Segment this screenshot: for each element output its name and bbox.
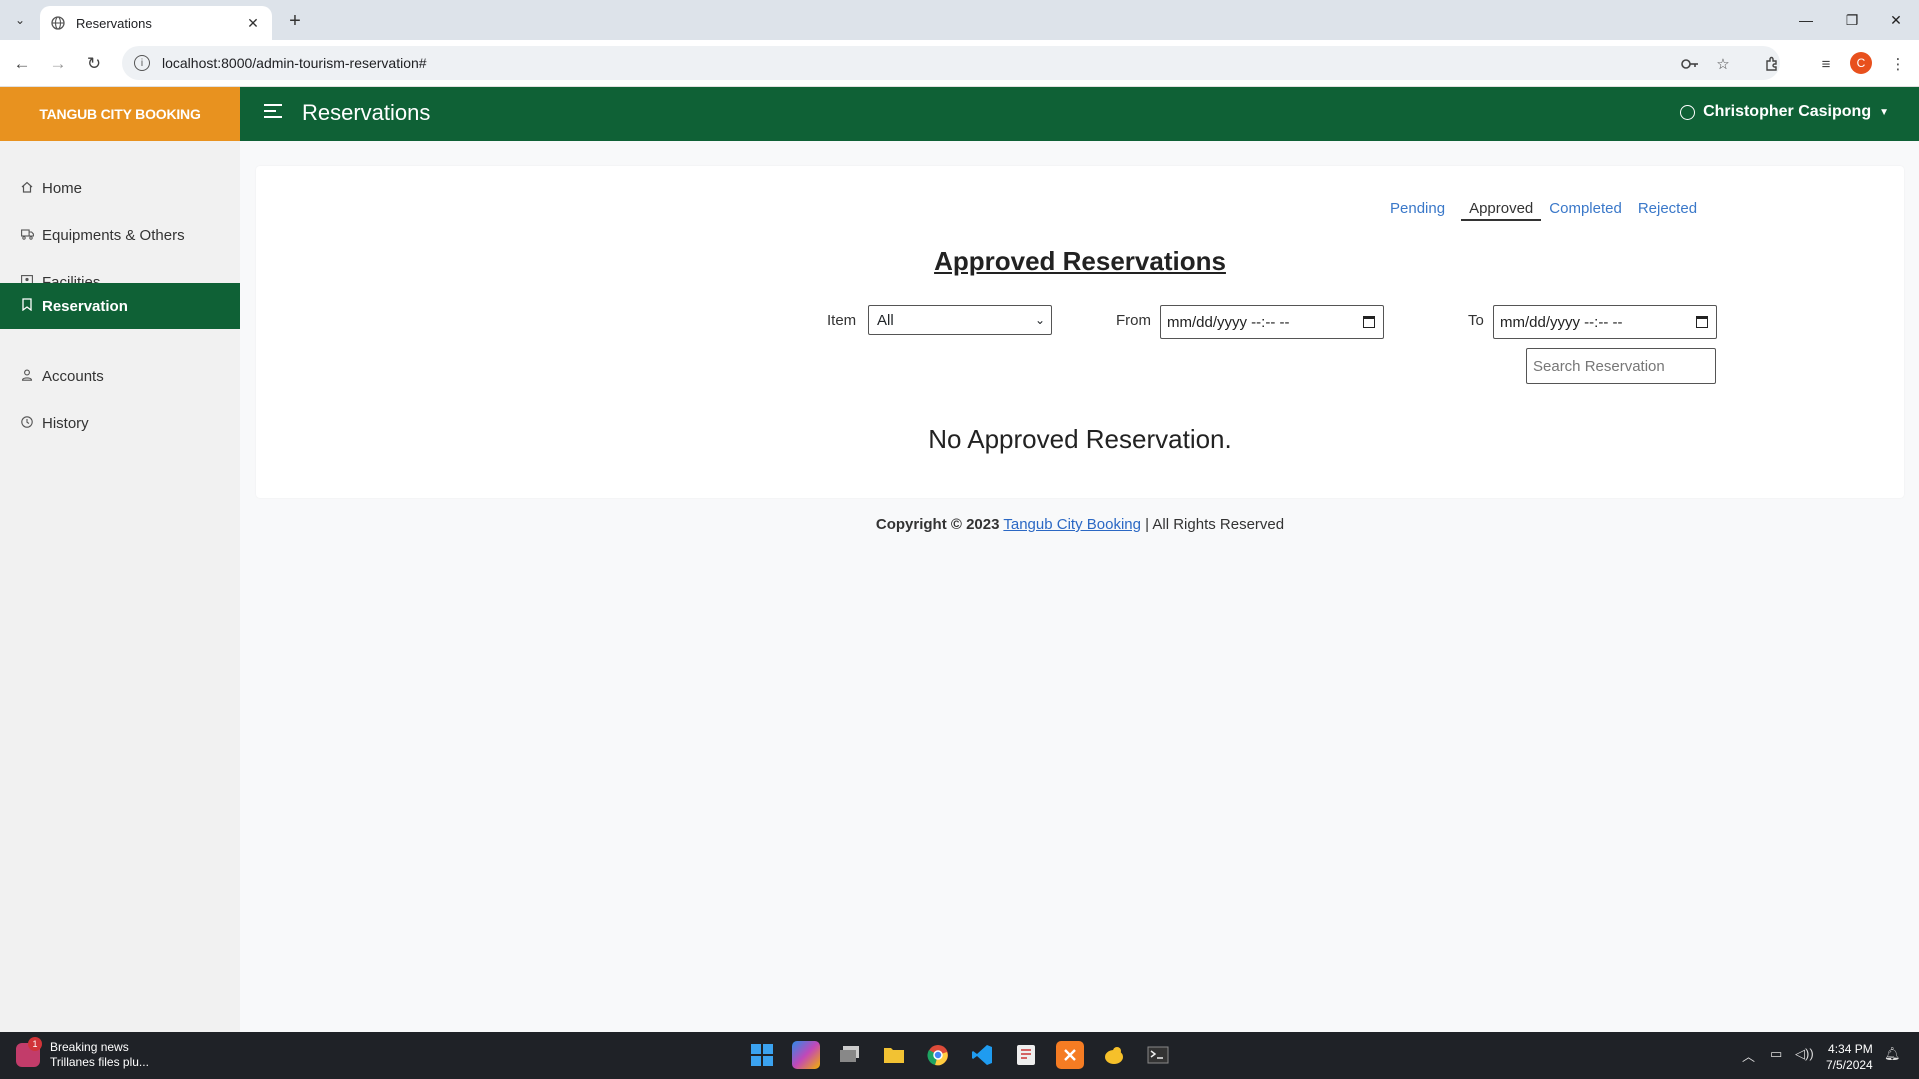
chrome-icon[interactable]: [924, 1041, 952, 1069]
browser-tabstrip: ⌄ Reservations ✕ + — ❐ ✕: [0, 0, 1919, 40]
tab-title: Reservations: [76, 15, 152, 31]
reservations-card: Pending Approved Completed Rejected Appr…: [256, 166, 1904, 498]
item-select-value: All: [877, 311, 894, 329]
news-subtitle: Trillanes files plu...: [50, 1055, 149, 1069]
tab-close-icon[interactable]: ✕: [244, 14, 262, 32]
sidebar-item-label: History: [42, 414, 89, 432]
task-view-icon[interactable]: [836, 1041, 864, 1069]
site-info-icon[interactable]: i: [134, 55, 150, 71]
minimize-icon[interactable]: —: [1783, 0, 1829, 40]
sidebar-item-label: Equipments & Others: [42, 226, 185, 244]
reload-icon[interactable]: ↻: [80, 50, 108, 78]
profile-avatar[interactable]: C: [1850, 52, 1872, 74]
brand-logo[interactable]: TANGUB CITY BOOKING: [0, 87, 240, 141]
rights-text: | All Rights Reserved: [1145, 516, 1285, 533]
vscode-icon[interactable]: [968, 1041, 996, 1069]
page-title: Reservations: [302, 100, 431, 125]
sidebar-item-equipments[interactable]: Equipments & Others: [0, 212, 240, 258]
home-icon: [20, 181, 34, 196]
truck-icon: [20, 228, 34, 243]
section-heading: Approved Reservations: [934, 246, 1226, 276]
windows-start-icon[interactable]: [748, 1041, 776, 1069]
window-close-icon[interactable]: ✕: [1873, 0, 1919, 40]
calendar-icon[interactable]: [1363, 316, 1375, 328]
to-datetime-input[interactable]: mm/dd/yyyy --:-- --: [1493, 305, 1717, 339]
from-datetime-value: mm/dd/yyyy --:-- --: [1167, 313, 1290, 331]
xampp-icon[interactable]: [1056, 1041, 1084, 1069]
extensions-icon[interactable]: [1758, 50, 1786, 78]
sidebar-item-label: Reservation: [42, 297, 128, 315]
chevron-down-icon: ⌄: [1034, 313, 1045, 327]
bookmark-icon: [20, 298, 34, 314]
copyright-text: Copyright © 2023: [875, 516, 1000, 533]
browser-toolbar: ← → ↻ i localhost:8000/admin-tourism-res…: [0, 40, 1919, 87]
app-duck-icon[interactable]: [1100, 1041, 1128, 1069]
status-tabs: Pending Approved Completed Rejected: [1382, 200, 1705, 221]
sidebar: TANGUB CITY BOOKING Home Equipments & Ot…: [0, 87, 240, 1032]
app-topbar: Reservations Christopher Casipong ▼: [240, 87, 1919, 141]
item-filter-label: Item: [827, 312, 857, 329]
url-text: localhost:8000/admin-tourism-reservation…: [162, 55, 427, 71]
tab-list-chevron-icon[interactable]: ⌄: [8, 8, 32, 32]
person-icon: [20, 369, 34, 384]
globe-icon: [50, 15, 66, 31]
new-tab-button[interactable]: +: [282, 8, 308, 34]
clock-time: 4:34 PM: [1828, 1042, 1873, 1056]
news-widget[interactable]: 1 Breaking news Trillanes files plu...: [16, 1037, 149, 1070]
system-clock[interactable]: 4:34 PM 7/5/2024: [1826, 1041, 1873, 1073]
page-footer: Copyright © 2023 Tangub City Booking | A…: [256, 516, 1904, 533]
sidebar-item-history[interactable]: History: [0, 400, 240, 446]
password-key-icon[interactable]: [1676, 50, 1704, 78]
footer-brand-link[interactable]: Tangub City Booking: [1003, 516, 1141, 533]
volume-icon[interactable]: ◁)): [1795, 1046, 1814, 1062]
tab-rejected[interactable]: Rejected: [1630, 200, 1705, 221]
caret-down-icon: ▼: [1879, 106, 1889, 118]
back-arrow-icon[interactable]: ←: [8, 50, 36, 78]
media-queue-icon[interactable]: ≡: [1812, 50, 1840, 78]
tab-approved[interactable]: Approved: [1461, 200, 1542, 221]
news-title: Breaking news: [50, 1040, 129, 1054]
address-bar[interactable]: i localhost:8000/admin-tourism-reservati…: [122, 46, 1780, 80]
to-datetime-value: mm/dd/yyyy --:-- --: [1500, 313, 1623, 331]
from-datetime-input[interactable]: mm/dd/yyyy --:-- --: [1160, 305, 1384, 339]
notification-bell-icon[interactable]: 🔔︎: [1884, 1046, 1901, 1062]
bookmark-star-icon[interactable]: ☆: [1709, 50, 1737, 78]
forward-arrow-icon[interactable]: →: [44, 50, 72, 78]
snipping-tool-icon[interactable]: [1012, 1041, 1040, 1069]
calendar-icon[interactable]: [1696, 316, 1708, 328]
browser-menu-icon[interactable]: ⋮: [1884, 50, 1912, 78]
user-circle-icon: [1680, 104, 1696, 120]
news-badge: 1: [28, 1037, 42, 1051]
copilot-icon[interactable]: [792, 1041, 820, 1069]
network-icon[interactable]: ▭: [1770, 1046, 1782, 1062]
clock-date: 7/5/2024: [1826, 1058, 1873, 1072]
tab-completed[interactable]: Completed: [1541, 200, 1630, 221]
sidebar-item-reservation[interactable]: Reservation: [0, 283, 240, 329]
restore-icon[interactable]: ❐: [1829, 0, 1875, 40]
browser-tab[interactable]: Reservations ✕: [40, 6, 272, 40]
sidebar-item-accounts[interactable]: Accounts: [0, 353, 240, 399]
file-explorer-icon[interactable]: [880, 1041, 908, 1069]
news-icon: 1: [16, 1037, 42, 1067]
item-select[interactable]: All ⌄: [868, 305, 1052, 335]
clock-icon: [20, 415, 34, 431]
tray-chevron-icon[interactable]: ︿: [1742, 1046, 1755, 1065]
terminal-icon[interactable]: [1144, 1041, 1172, 1069]
to-label: To: [1468, 312, 1484, 329]
user-name: Christopher Casipong: [1703, 103, 1872, 120]
menu-toggle-icon[interactable]: [264, 104, 282, 120]
empty-state-message: No Approved Reservation.: [928, 424, 1232, 454]
sidebar-item-label: Accounts: [42, 367, 104, 385]
sidebar-item-home[interactable]: Home: [0, 165, 240, 211]
os-taskbar: 1 Breaking news Trillanes files plu... ︿…: [0, 1032, 1919, 1079]
user-menu-dropdown[interactable]: Christopher Casipong ▼: [1680, 103, 1889, 121]
sidebar-item-label: Home: [42, 179, 83, 197]
search-input[interactable]: Search Reservation: [1526, 348, 1716, 384]
from-label: From: [1116, 312, 1151, 329]
tab-pending[interactable]: Pending: [1382, 200, 1453, 221]
